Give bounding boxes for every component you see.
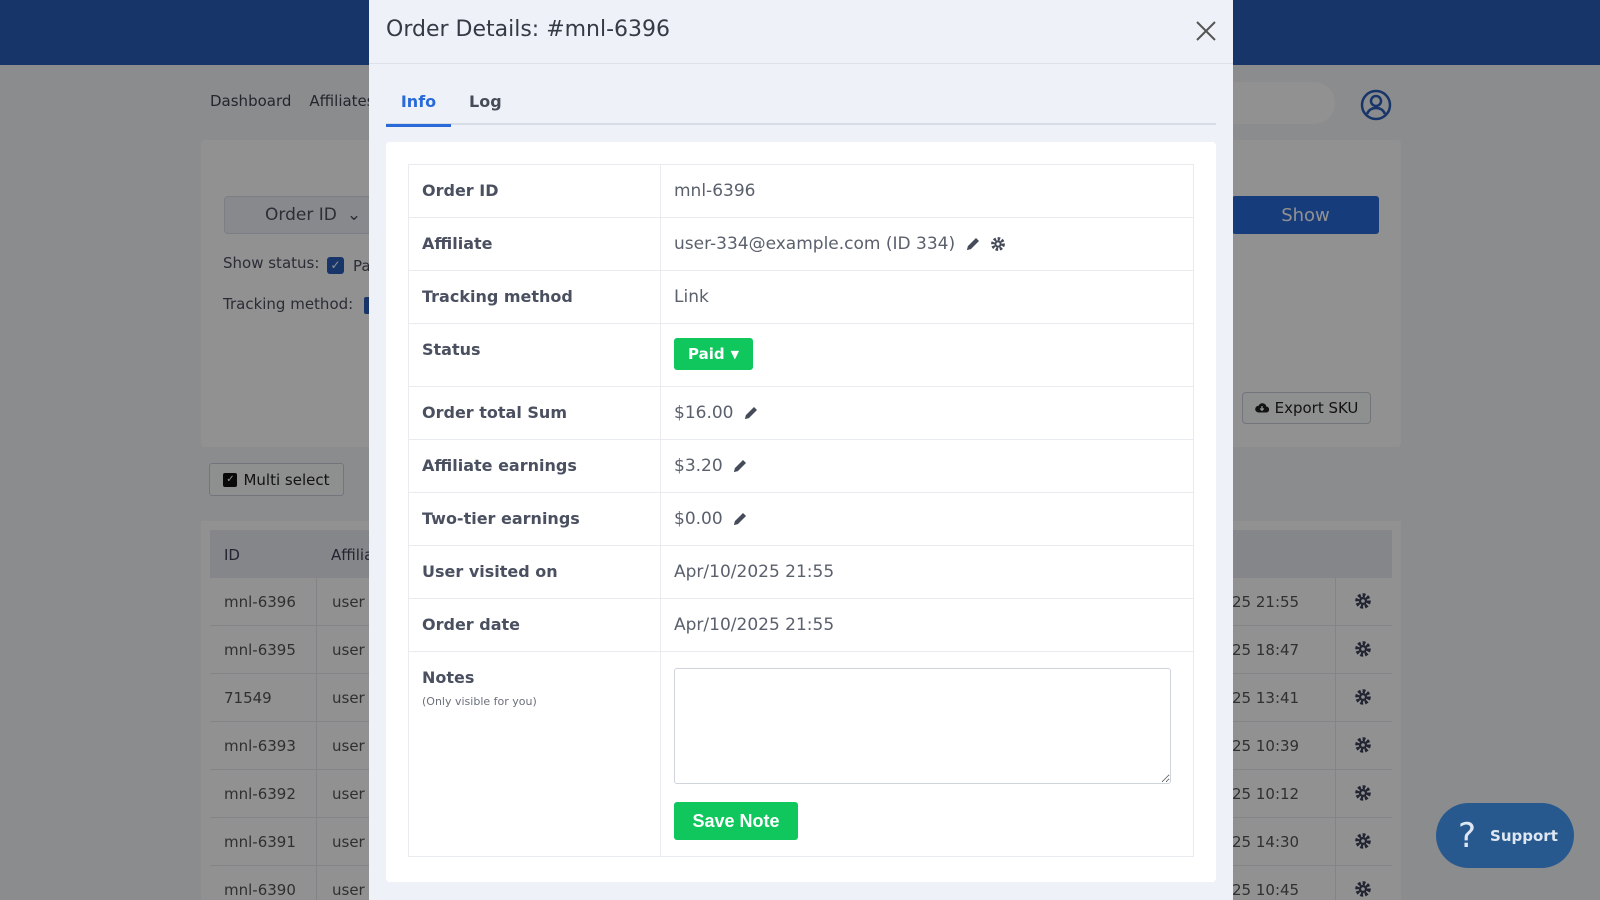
affiliate-value: user-334@example.com (ID 334)	[674, 234, 956, 254]
visited-label: User visited on	[408, 545, 661, 599]
close-icon[interactable]	[1195, 20, 1217, 42]
affiliate-earnings-label: Affiliate earnings	[408, 439, 661, 493]
notes-label-cell: Notes (Only visible for you)	[408, 651, 661, 857]
detail-row-notes: Notes (Only visible for you) Save Note	[408, 651, 1194, 857]
detail-row-total: Order total Sum $16.00	[408, 386, 1194, 440]
status-cell: Paid ▼	[660, 323, 1194, 387]
affiliate-earnings-cell: $3.20	[660, 439, 1194, 493]
pencil-icon[interactable]	[965, 236, 981, 252]
save-note-button[interactable]: Save Note	[674, 802, 798, 840]
tracking-label: Tracking method	[408, 270, 661, 324]
notes-textarea[interactable]	[674, 668, 1171, 784]
notes-label: Notes	[422, 668, 475, 687]
affiliate-cell: user-334@example.com (ID 334)	[660, 217, 1194, 271]
order-details-table: Order ID mnl-6396 Affiliate user-334@exa…	[408, 164, 1194, 857]
visited-value: Apr/10/2025 21:55	[660, 545, 1194, 599]
detail-row-twotier: Two-tier earnings $0.00	[408, 492, 1194, 546]
notes-hint: (Only visible for you)	[422, 695, 537, 708]
notes-cell: Save Note	[660, 651, 1194, 857]
question-mark-icon: ?	[1458, 815, 1477, 856]
order-date-label: Order date	[408, 598, 661, 652]
detail-row-tracking: Tracking method Link	[408, 270, 1194, 324]
support-label: Support	[1490, 826, 1558, 845]
two-tier-label: Two-tier earnings	[408, 492, 661, 546]
caret-down-icon: ▼	[730, 347, 740, 361]
tab-log[interactable]: Log	[469, 92, 502, 111]
order-id-label: Order ID	[408, 164, 661, 218]
detail-row-affiliate: Affiliate user-334@example.com (ID 334)	[408, 217, 1194, 271]
detail-row-order-date: Order date Apr/10/2025 21:55	[408, 598, 1194, 652]
modal-title: Order Details: #mnl-6396	[386, 17, 671, 42]
order-total-value: $16.00	[674, 403, 734, 423]
status-value: Paid	[688, 345, 725, 363]
order-total-cell: $16.00	[660, 386, 1194, 440]
pencil-icon[interactable]	[732, 511, 748, 527]
order-id-value: mnl-6396	[660, 164, 1194, 218]
detail-row-visited: User visited on Apr/10/2025 21:55	[408, 545, 1194, 599]
tracking-value: Link	[660, 270, 1194, 324]
affiliate-label: Affiliate	[408, 217, 661, 271]
tab-info[interactable]: Info	[386, 92, 451, 127]
status-dropdown-button[interactable]: Paid ▼	[674, 338, 754, 370]
two-tier-value: $0.00	[674, 509, 723, 529]
order-date-value: Apr/10/2025 21:55	[660, 598, 1194, 652]
detail-row-status: Status Paid ▼	[408, 323, 1194, 387]
two-tier-cell: $0.00	[660, 492, 1194, 546]
affiliate-earnings-value: $3.20	[674, 456, 723, 476]
gear-icon[interactable]	[990, 236, 1006, 252]
pencil-icon[interactable]	[732, 458, 748, 474]
pencil-icon[interactable]	[743, 405, 759, 421]
detail-row-order-id: Order ID mnl-6396	[408, 164, 1194, 218]
detail-row-earnings: Affiliate earnings $3.20	[408, 439, 1194, 493]
order-details-modal: Order Details: #mnl-6396 Info Log Order …	[369, 0, 1233, 900]
modal-tabs: Info Log	[386, 88, 1216, 127]
support-button[interactable]: ? Support	[1436, 803, 1574, 868]
modal-header: Order Details: #mnl-6396	[369, 0, 1233, 64]
status-label: Status	[408, 323, 661, 387]
info-panel: Order ID mnl-6396 Affiliate user-334@exa…	[386, 142, 1216, 882]
order-total-label: Order total Sum	[408, 386, 661, 440]
